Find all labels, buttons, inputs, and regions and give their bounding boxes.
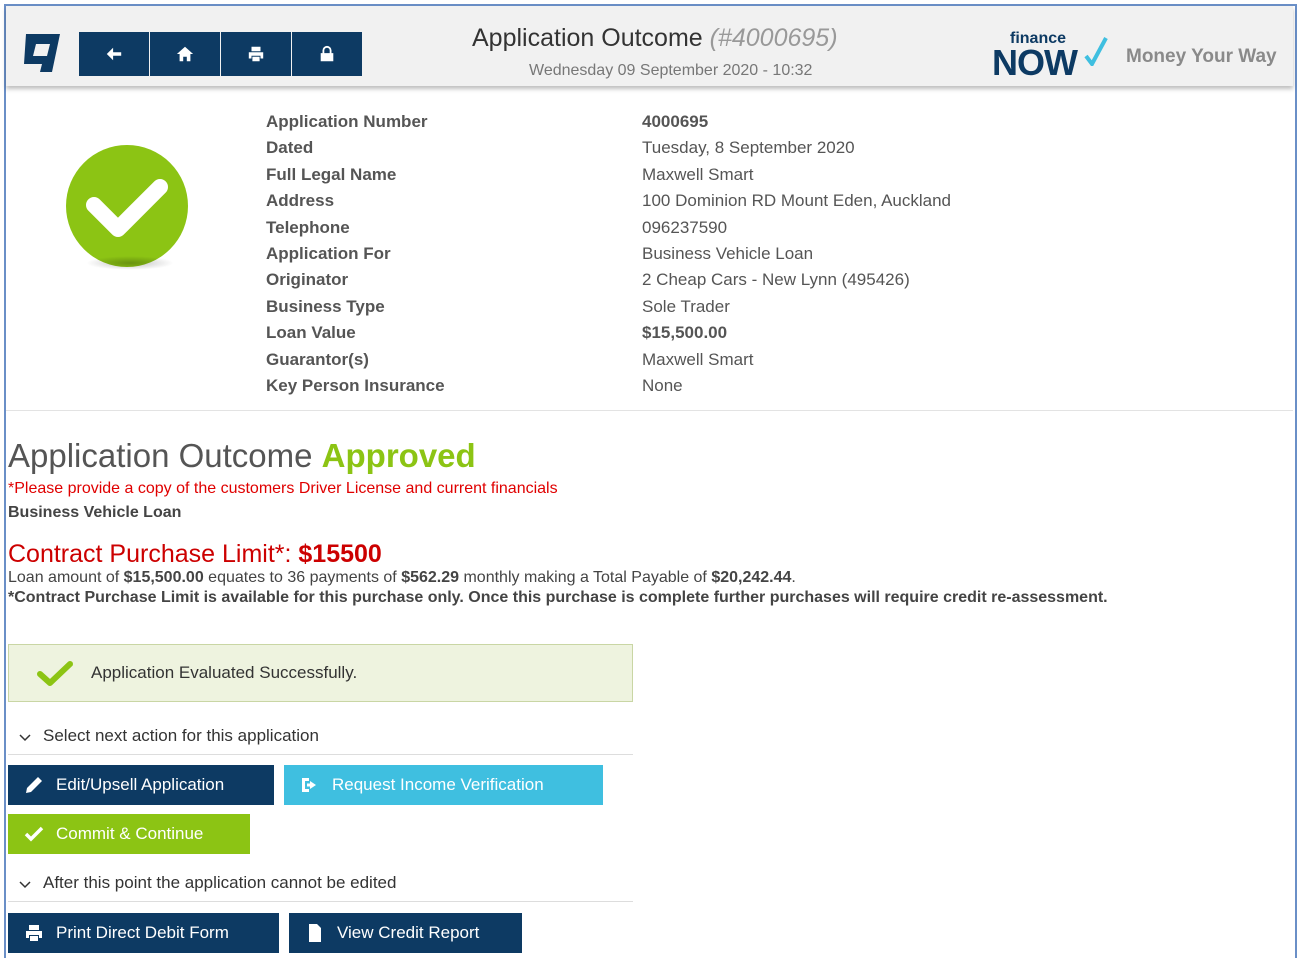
next-action-label: Select next action for this application (43, 726, 319, 745)
lock-button[interactable] (292, 32, 362, 76)
document-notice: *Please provide a copy of the customers … (8, 480, 558, 497)
summary-value: Tuesday, 8 September 2020 (642, 138, 855, 158)
summary-label: Full Legal Name (266, 164, 397, 184)
back-arrow-icon (106, 47, 122, 61)
loan-line-part: monthly making a Total Payable of (459, 569, 712, 586)
brand-tagline: Money Your Way (1126, 46, 1277, 67)
monthly-payment: $562.29 (401, 569, 460, 586)
edit-lock-section[interactable]: After this point the application cannot … (8, 869, 633, 902)
print-icon (26, 925, 42, 941)
loan-line-part: . (791, 569, 796, 586)
summary-label: Loan Value (266, 323, 356, 343)
brand-big-text: NOW (992, 42, 1078, 83)
summary-label: Telephone (266, 217, 350, 237)
summary-value: $15,500.00 (642, 323, 728, 343)
summary-label: Business Type (266, 296, 385, 316)
back-button[interactable] (79, 32, 149, 76)
summary-label: Dated (266, 138, 314, 158)
summary-value: 100 Dominion RD Mount Eden, Auckland (642, 191, 952, 211)
summary-label: Application Number (266, 112, 428, 131)
outcome-heading-text: Application Outcome (8, 437, 313, 474)
home-button[interactable] (150, 32, 220, 76)
home-icon (176, 46, 194, 62)
outcome-status: Approved (321, 437, 476, 474)
cpl-note: *Contract Purchase Limit is available fo… (8, 589, 1108, 606)
page-title-text: Application Outcome (472, 24, 703, 52)
chevron-down-icon (19, 881, 31, 889)
loan-amount: $15,500.00 (123, 569, 204, 586)
brand-check-icon (1084, 37, 1108, 66)
print-direct-debit-label: Print Direct Debit Form (56, 923, 229, 942)
brand-logo: finance NOW (992, 30, 1112, 83)
loan-type: Business Vehicle Loan (8, 504, 182, 521)
next-action-section[interactable]: Select next action for this application (8, 722, 633, 755)
summary-value: Business Vehicle Loan (642, 244, 814, 263)
edit-upsell-label: Edit/Upsell Application (56, 775, 225, 794)
summary-label: Guarantor(s) (266, 349, 369, 369)
cpl-label: Contract Purchase Limit*: (8, 540, 292, 568)
summary-value: 2 Cheap Cars - New Lynn (495426) (642, 270, 910, 290)
outcome-heading: Application Outcome Approved (8, 437, 476, 475)
summary-label: Application For (266, 244, 391, 263)
page-title: Application Outcome (#4000695) (472, 24, 838, 53)
request-income-label: Request Income Verification (332, 775, 544, 794)
view-credit-report-label: View Credit Report (337, 923, 480, 942)
edit-upsell-button[interactable]: Edit/Upsell Application (8, 765, 274, 805)
sign-out-icon (302, 778, 316, 792)
lock-icon (320, 45, 334, 62)
document-icon (309, 924, 321, 942)
application-summary: Application Number 4000695 Dated Tuesday, 8… (6, 88, 1293, 411)
header-datetime: Wednesday 09 September 2020 - 10:32 (529, 62, 813, 79)
commit-continue-button[interactable]: Commit & Continue (8, 814, 250, 854)
request-income-verification-button[interactable]: Request Income Verification (284, 765, 603, 805)
commit-continue-label: Commit & Continue (56, 824, 204, 843)
success-message: Application Evaluated Successfully. (91, 663, 358, 682)
pencil-icon (26, 777, 42, 793)
summary-value: Maxwell Smart (642, 164, 754, 184)
check-shadow (86, 256, 174, 270)
contract-purchase-limit: Contract Purchase Limit*: $15500 (8, 540, 382, 569)
summary-value: 096237590 (642, 217, 728, 237)
approved-check-icon (66, 145, 188, 267)
chevron-down-icon (19, 734, 31, 742)
application-number-tag: (#4000695) (709, 24, 838, 52)
summary-value: Maxwell Smart (642, 349, 754, 369)
print-button[interactable] (221, 32, 291, 76)
check-icon (24, 826, 44, 842)
nav-toolbar (79, 32, 363, 76)
summary-value: Sole Trader (642, 296, 730, 316)
check-icon (37, 661, 73, 686)
loan-line-part: equates to 36 payments of (203, 569, 402, 586)
summary-value: None (642, 376, 683, 395)
app-logo-icon[interactable] (20, 30, 66, 76)
summary-label: Key Person Insurance (266, 376, 445, 395)
summary-label: Originator (266, 270, 349, 290)
print-direct-debit-button[interactable]: Print Direct Debit Form (8, 913, 279, 953)
view-credit-report-button[interactable]: View Credit Report (289, 913, 522, 953)
success-alert: Application Evaluated Successfully. (8, 644, 633, 702)
summary-label: Address (266, 191, 335, 211)
edit-lock-label: After this point the application cannot … (43, 873, 397, 892)
print-icon (248, 46, 264, 62)
loan-line-part: Loan amount of (8, 569, 124, 586)
summary-value: 4000695 (642, 112, 709, 131)
header-bar: Application Outcome (#4000695) Wednesday… (6, 6, 1293, 86)
total-payable: $20,242.44 (711, 569, 792, 586)
loan-summary-line: Loan amount of $15,500.00 equates to 36 … (8, 569, 796, 587)
cpl-value: $15500 (298, 540, 382, 568)
